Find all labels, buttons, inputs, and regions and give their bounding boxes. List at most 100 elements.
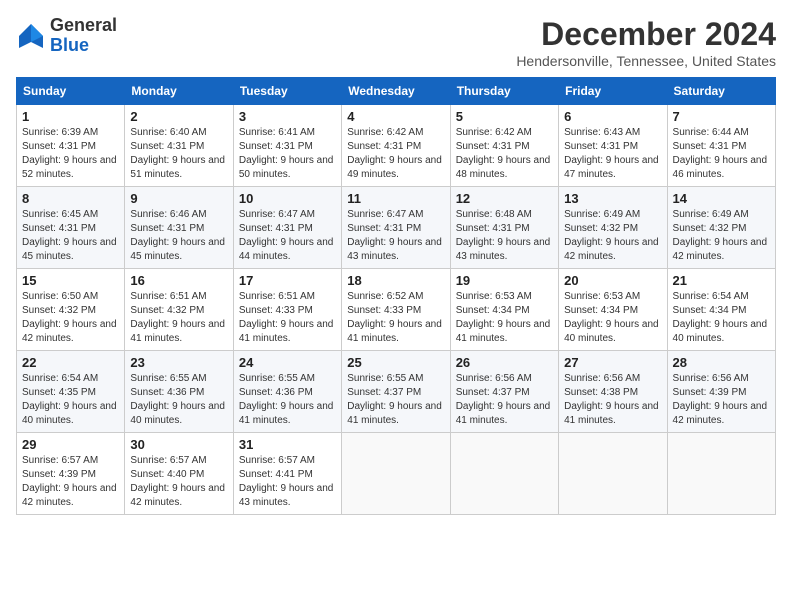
week-row-1: 1 Sunrise: 6:39 AM Sunset: 4:31 PM Dayli… — [17, 105, 776, 187]
day-cell — [450, 433, 558, 515]
day-info: Sunrise: 6:51 AM Sunset: 4:32 PM Dayligh… — [130, 290, 227, 346]
day-info: Sunrise: 6:53 AM Sunset: 4:34 PM Dayligh… — [456, 290, 553, 346]
day-number: 7 — [673, 109, 770, 124]
day-cell: 4 Sunrise: 6:42 AM Sunset: 4:31 PM Dayli… — [342, 105, 450, 187]
day-info: Sunrise: 6:46 AM Sunset: 4:31 PM Dayligh… — [130, 208, 227, 264]
day-info: Sunrise: 6:47 AM Sunset: 4:31 PM Dayligh… — [347, 208, 444, 264]
day-cell: 9 Sunrise: 6:46 AM Sunset: 4:31 PM Dayli… — [125, 187, 233, 269]
day-info: Sunrise: 6:56 AM Sunset: 4:38 PM Dayligh… — [564, 372, 661, 428]
day-cell: 6 Sunrise: 6:43 AM Sunset: 4:31 PM Dayli… — [559, 105, 667, 187]
header-cell-saturday: Saturday — [667, 78, 775, 105]
month-title: December 2024 — [516, 16, 776, 53]
day-info: Sunrise: 6:55 AM Sunset: 4:36 PM Dayligh… — [239, 372, 336, 428]
day-number: 1 — [22, 109, 119, 124]
day-info: Sunrise: 6:39 AM Sunset: 4:31 PM Dayligh… — [22, 126, 119, 182]
day-cell: 23 Sunrise: 6:55 AM Sunset: 4:36 PM Dayl… — [125, 351, 233, 433]
day-number: 28 — [673, 355, 770, 370]
day-info: Sunrise: 6:57 AM Sunset: 4:41 PM Dayligh… — [239, 454, 336, 510]
day-number: 5 — [456, 109, 553, 124]
day-number: 8 — [22, 191, 119, 206]
day-cell: 16 Sunrise: 6:51 AM Sunset: 4:32 PM Dayl… — [125, 269, 233, 351]
day-number: 4 — [347, 109, 444, 124]
day-info: Sunrise: 6:42 AM Sunset: 4:31 PM Dayligh… — [347, 126, 444, 182]
day-number: 18 — [347, 273, 444, 288]
header-cell-monday: Monday — [125, 78, 233, 105]
day-number: 30 — [130, 437, 227, 452]
day-info: Sunrise: 6:55 AM Sunset: 4:36 PM Dayligh… — [130, 372, 227, 428]
day-info: Sunrise: 6:49 AM Sunset: 4:32 PM Dayligh… — [673, 208, 770, 264]
day-cell: 24 Sunrise: 6:55 AM Sunset: 4:36 PM Dayl… — [233, 351, 341, 433]
day-info: Sunrise: 6:49 AM Sunset: 4:32 PM Dayligh… — [564, 208, 661, 264]
day-cell: 29 Sunrise: 6:57 AM Sunset: 4:39 PM Dayl… — [17, 433, 125, 515]
week-row-3: 15 Sunrise: 6:50 AM Sunset: 4:32 PM Dayl… — [17, 269, 776, 351]
day-info: Sunrise: 6:54 AM Sunset: 4:34 PM Dayligh… — [673, 290, 770, 346]
day-info: Sunrise: 6:50 AM Sunset: 4:32 PM Dayligh… — [22, 290, 119, 346]
week-row-2: 8 Sunrise: 6:45 AM Sunset: 4:31 PM Dayli… — [17, 187, 776, 269]
header-cell-thursday: Thursday — [450, 78, 558, 105]
day-cell: 12 Sunrise: 6:48 AM Sunset: 4:31 PM Dayl… — [450, 187, 558, 269]
day-info: Sunrise: 6:51 AM Sunset: 4:33 PM Dayligh… — [239, 290, 336, 346]
day-cell: 21 Sunrise: 6:54 AM Sunset: 4:34 PM Dayl… — [667, 269, 775, 351]
logo: General Blue — [16, 16, 117, 56]
day-cell: 19 Sunrise: 6:53 AM Sunset: 4:34 PM Dayl… — [450, 269, 558, 351]
day-cell: 7 Sunrise: 6:44 AM Sunset: 4:31 PM Dayli… — [667, 105, 775, 187]
day-cell: 25 Sunrise: 6:55 AM Sunset: 4:37 PM Dayl… — [342, 351, 450, 433]
day-number: 15 — [22, 273, 119, 288]
header-cell-wednesday: Wednesday — [342, 78, 450, 105]
day-cell: 28 Sunrise: 6:56 AM Sunset: 4:39 PM Dayl… — [667, 351, 775, 433]
day-number: 19 — [456, 273, 553, 288]
day-number: 9 — [130, 191, 227, 206]
day-cell: 3 Sunrise: 6:41 AM Sunset: 4:31 PM Dayli… — [233, 105, 341, 187]
calendar: SundayMondayTuesdayWednesdayThursdayFrid… — [16, 77, 776, 515]
day-cell: 8 Sunrise: 6:45 AM Sunset: 4:31 PM Dayli… — [17, 187, 125, 269]
day-info: Sunrise: 6:40 AM Sunset: 4:31 PM Dayligh… — [130, 126, 227, 182]
day-cell: 18 Sunrise: 6:52 AM Sunset: 4:33 PM Dayl… — [342, 269, 450, 351]
day-info: Sunrise: 6:42 AM Sunset: 4:31 PM Dayligh… — [456, 126, 553, 182]
logo-icon — [16, 21, 46, 51]
day-number: 24 — [239, 355, 336, 370]
day-number: 10 — [239, 191, 336, 206]
day-cell: 17 Sunrise: 6:51 AM Sunset: 4:33 PM Dayl… — [233, 269, 341, 351]
day-number: 13 — [564, 191, 661, 206]
day-cell: 30 Sunrise: 6:57 AM Sunset: 4:40 PM Dayl… — [125, 433, 233, 515]
day-number: 12 — [456, 191, 553, 206]
day-cell: 10 Sunrise: 6:47 AM Sunset: 4:31 PM Dayl… — [233, 187, 341, 269]
day-number: 31 — [239, 437, 336, 452]
day-info: Sunrise: 6:52 AM Sunset: 4:33 PM Dayligh… — [347, 290, 444, 346]
day-cell — [559, 433, 667, 515]
day-info: Sunrise: 6:41 AM Sunset: 4:31 PM Dayligh… — [239, 126, 336, 182]
calendar-header-row: SundayMondayTuesdayWednesdayThursdayFrid… — [17, 78, 776, 105]
day-number: 25 — [347, 355, 444, 370]
day-number: 3 — [239, 109, 336, 124]
week-row-5: 29 Sunrise: 6:57 AM Sunset: 4:39 PM Dayl… — [17, 433, 776, 515]
day-cell: 22 Sunrise: 6:54 AM Sunset: 4:35 PM Dayl… — [17, 351, 125, 433]
day-info: Sunrise: 6:48 AM Sunset: 4:31 PM Dayligh… — [456, 208, 553, 264]
day-info: Sunrise: 6:56 AM Sunset: 4:37 PM Dayligh… — [456, 372, 553, 428]
day-cell: 26 Sunrise: 6:56 AM Sunset: 4:37 PM Dayl… — [450, 351, 558, 433]
day-cell: 1 Sunrise: 6:39 AM Sunset: 4:31 PM Dayli… — [17, 105, 125, 187]
day-number: 2 — [130, 109, 227, 124]
location-title: Hendersonville, Tennessee, United States — [516, 53, 776, 69]
day-number: 23 — [130, 355, 227, 370]
day-info: Sunrise: 6:57 AM Sunset: 4:39 PM Dayligh… — [22, 454, 119, 510]
day-cell: 11 Sunrise: 6:47 AM Sunset: 4:31 PM Dayl… — [342, 187, 450, 269]
week-row-4: 22 Sunrise: 6:54 AM Sunset: 4:35 PM Dayl… — [17, 351, 776, 433]
day-cell — [342, 433, 450, 515]
day-number: 21 — [673, 273, 770, 288]
day-number: 20 — [564, 273, 661, 288]
day-info: Sunrise: 6:45 AM Sunset: 4:31 PM Dayligh… — [22, 208, 119, 264]
day-number: 11 — [347, 191, 444, 206]
header-cell-tuesday: Tuesday — [233, 78, 341, 105]
day-cell: 31 Sunrise: 6:57 AM Sunset: 4:41 PM Dayl… — [233, 433, 341, 515]
header: General Blue December 2024 Hendersonvill… — [16, 16, 776, 69]
day-cell: 27 Sunrise: 6:56 AM Sunset: 4:38 PM Dayl… — [559, 351, 667, 433]
day-info: Sunrise: 6:55 AM Sunset: 4:37 PM Dayligh… — [347, 372, 444, 428]
logo-text: General Blue — [50, 16, 117, 56]
day-cell: 20 Sunrise: 6:53 AM Sunset: 4:34 PM Dayl… — [559, 269, 667, 351]
header-cell-sunday: Sunday — [17, 78, 125, 105]
day-info: Sunrise: 6:56 AM Sunset: 4:39 PM Dayligh… — [673, 372, 770, 428]
day-info: Sunrise: 6:57 AM Sunset: 4:40 PM Dayligh… — [130, 454, 227, 510]
day-cell: 2 Sunrise: 6:40 AM Sunset: 4:31 PM Dayli… — [125, 105, 233, 187]
day-info: Sunrise: 6:53 AM Sunset: 4:34 PM Dayligh… — [564, 290, 661, 346]
day-number: 16 — [130, 273, 227, 288]
